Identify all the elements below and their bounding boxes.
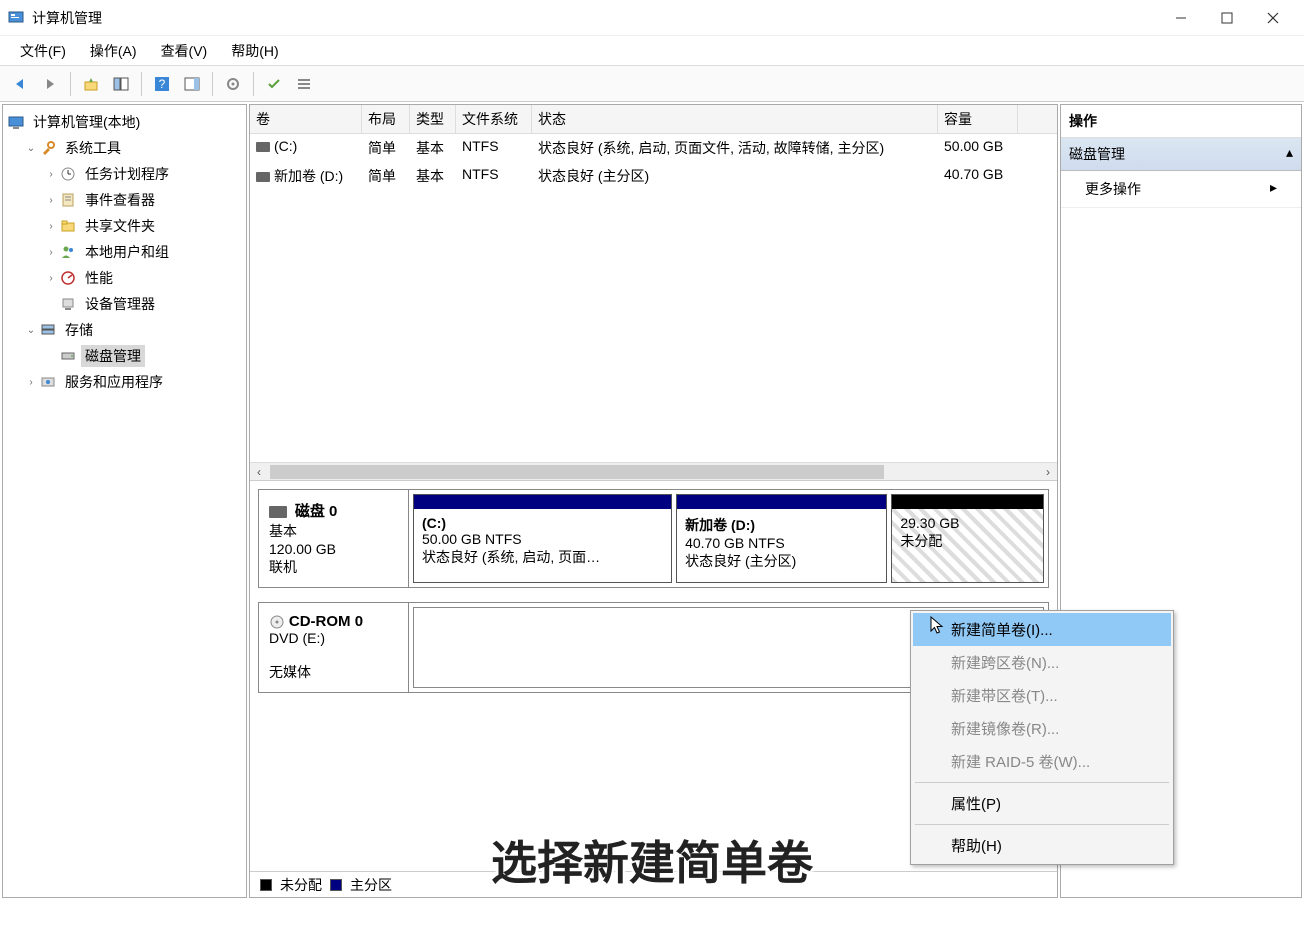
scroll-left-icon[interactable]: ‹ — [250, 465, 268, 479]
col-type[interactable]: 类型 — [410, 105, 456, 133]
tree-task-scheduler[interactable]: › 任务计划程序 — [5, 161, 244, 187]
up-button[interactable] — [77, 70, 105, 98]
legend-primary-label: 主分区 — [350, 875, 392, 895]
cdrom-label[interactable]: CD-ROM 0 DVD (E:) 无媒体 — [259, 603, 409, 692]
tree-device-manager[interactable]: › 设备管理器 — [5, 291, 244, 317]
ctx-separator — [915, 782, 1169, 783]
ctx-new-spanned-volume: 新建跨区卷(N)... — [913, 646, 1171, 679]
disk-0-label[interactable]: 磁盘 0 基本 120.00 GB 联机 — [259, 490, 409, 587]
partition-d[interactable]: 新加卷 (D:) 40.70 GB NTFS 状态良好 (主分区) — [676, 494, 887, 583]
expander-icon[interactable]: › — [43, 169, 59, 180]
scroll-right-icon[interactable]: › — [1039, 465, 1057, 479]
tree-performance[interactable]: › 性能 — [5, 265, 244, 291]
tree-storage[interactable]: ⌄ 存储 — [5, 317, 244, 343]
titlebar: 计算机管理 — [0, 0, 1304, 36]
volume-list-header: 卷 布局 类型 文件系统 状态 容量 — [250, 105, 1057, 134]
legend-primary-swatch — [330, 879, 342, 891]
computer-icon — [7, 113, 25, 131]
partition-c[interactable]: (C:) 50.00 GB NTFS 状态良好 (系统, 启动, 页面… — [413, 494, 672, 583]
list-button[interactable] — [290, 70, 318, 98]
menu-view[interactable]: 查看(V) — [149, 37, 220, 65]
partition-unallocated[interactable]: 29.30 GB 未分配 — [891, 494, 1044, 583]
ctx-new-simple-volume[interactable]: 新建简单卷(I)... — [913, 613, 1171, 646]
check-button[interactable] — [260, 70, 288, 98]
expander-icon[interactable]: › — [43, 273, 59, 284]
volume-icon — [256, 142, 270, 152]
legend-unalloc-label: 未分配 — [280, 875, 322, 895]
window-title: 计算机管理 — [32, 8, 1158, 28]
tree-shared-folders[interactable]: › 共享文件夹 — [5, 213, 244, 239]
col-filesystem[interactable]: 文件系统 — [456, 105, 532, 133]
actions-header: 操作 — [1061, 105, 1301, 138]
event-icon — [59, 191, 77, 209]
disk-mgmt-icon — [59, 347, 77, 365]
performance-icon — [59, 269, 77, 287]
ctx-new-striped-volume: 新建带区卷(T)... — [913, 679, 1171, 712]
toolbar: ? — [0, 66, 1304, 102]
cd-icon — [269, 613, 285, 629]
app-icon — [8, 10, 24, 26]
legend-unalloc-swatch — [260, 879, 272, 891]
cursor-icon — [930, 616, 946, 636]
volume-list: 卷 布局 类型 文件系统 状态 容量 (C:) 简单 基本 NTFS 状态良好 … — [250, 105, 1057, 481]
settings-button[interactable] — [219, 70, 247, 98]
menu-file[interactable]: 文件(F) — [8, 37, 78, 65]
storage-icon — [39, 321, 57, 339]
tree-services[interactable]: › 服务和应用程序 — [5, 369, 244, 395]
menubar: 文件(F) 操作(A) 查看(V) 帮助(H) — [0, 36, 1304, 66]
services-icon — [39, 373, 57, 391]
volume-row[interactable]: 新加卷 (D:) 简单 基本 NTFS 状态良好 (主分区) 40.70 GB — [250, 162, 1057, 190]
action-pane-button[interactable] — [178, 70, 206, 98]
users-icon — [59, 243, 77, 261]
subtitle-text: 选择新建简单卷 — [491, 827, 813, 893]
scroll-thumb[interactable] — [270, 465, 884, 479]
ctx-new-mirror-volume: 新建镜像卷(R)... — [913, 712, 1171, 745]
expander-icon[interactable]: › — [43, 247, 59, 258]
volume-icon — [256, 172, 270, 182]
tree-pane[interactable]: 计算机管理(本地) ⌄ 系统工具 › 任务计划程序 › 事件查看器 › 共享文件… — [2, 104, 247, 898]
col-capacity[interactable]: 容量 — [938, 105, 1018, 133]
menu-help[interactable]: 帮助(H) — [219, 37, 290, 65]
tools-icon — [39, 139, 57, 157]
more-actions[interactable]: 更多操作 ▸ — [1061, 171, 1301, 208]
back-button[interactable] — [6, 70, 34, 98]
ctx-properties[interactable]: 属性(P) — [913, 787, 1171, 820]
show-hide-tree-button[interactable] — [107, 70, 135, 98]
expander-icon[interactable]: › — [43, 221, 59, 232]
close-button[interactable] — [1250, 3, 1296, 33]
tree-disk-management[interactable]: › 磁盘管理 — [5, 343, 244, 369]
arrow-right-icon: ▸ — [1270, 179, 1277, 199]
col-volume[interactable]: 卷 — [250, 105, 362, 133]
clock-icon — [59, 165, 77, 183]
tree-root[interactable]: 计算机管理(本地) — [5, 109, 244, 135]
ctx-help[interactable]: 帮助(H) — [913, 829, 1171, 862]
disk-icon — [269, 506, 287, 518]
ctx-new-raid5-volume: 新建 RAID-5 卷(W)... — [913, 745, 1171, 778]
menu-action[interactable]: 操作(A) — [78, 37, 149, 65]
context-menu: 新建简单卷(I)... 新建跨区卷(N)... 新建带区卷(T)... 新建镜像… — [910, 610, 1174, 865]
shared-folder-icon — [59, 217, 77, 235]
ctx-separator — [915, 824, 1169, 825]
forward-button[interactable] — [36, 70, 64, 98]
minimize-button[interactable] — [1158, 3, 1204, 33]
expander-icon[interactable]: ⌄ — [23, 325, 39, 336]
device-icon — [59, 295, 77, 313]
expander-icon[interactable]: ⌄ — [23, 143, 39, 154]
tree-local-users[interactable]: › 本地用户和组 — [5, 239, 244, 265]
horizontal-scrollbar[interactable]: ‹ › — [250, 462, 1057, 480]
tree-event-viewer[interactable]: › 事件查看器 — [5, 187, 244, 213]
volume-row[interactable]: (C:) 简单 基本 NTFS 状态良好 (系统, 启动, 页面文件, 活动, … — [250, 134, 1057, 162]
collapse-icon[interactable]: ▴ — [1286, 144, 1293, 164]
expander-icon[interactable]: › — [23, 377, 39, 388]
help-button[interactable]: ? — [148, 70, 176, 98]
expander-icon[interactable]: › — [43, 195, 59, 206]
svg-text:?: ? — [159, 77, 166, 91]
tree-system-tools[interactable]: ⌄ 系统工具 — [5, 135, 244, 161]
actions-section[interactable]: 磁盘管理 ▴ — [1061, 138, 1301, 171]
col-layout[interactable]: 布局 — [362, 105, 410, 133]
disk-0-row: 磁盘 0 基本 120.00 GB 联机 (C:) 50.00 GB NTFS … — [258, 489, 1049, 588]
col-status[interactable]: 状态 — [532, 105, 938, 133]
maximize-button[interactable] — [1204, 3, 1250, 33]
volume-list-body[interactable]: (C:) 简单 基本 NTFS 状态良好 (系统, 启动, 页面文件, 活动, … — [250, 134, 1057, 462]
